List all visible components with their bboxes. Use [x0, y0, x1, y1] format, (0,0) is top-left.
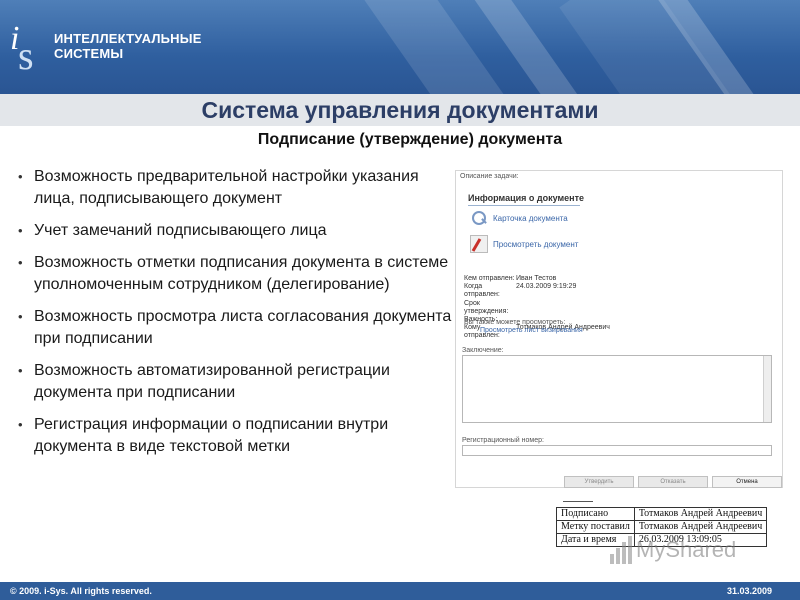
watermark-text: MyShared: [636, 537, 737, 562]
footer-date: 31.03.2009: [726, 586, 772, 596]
heading-underline: [468, 205, 580, 206]
bullet-icon: •: [18, 169, 23, 184]
meta-value: Иван Тестов: [516, 275, 557, 282]
logo-letter-s: s: [18, 33, 34, 78]
company-logo: i s ИНТЕЛЛЕКТУАЛЬНЫЕ СИСТЕМЫ: [8, 22, 202, 76]
list-item: • Возможность автоматизированной регистра…: [18, 360, 458, 404]
logo-text: ИНТЕЛЛЕКТУАЛЬНЫЕ СИСТЕМЫ: [54, 31, 202, 61]
card-link-row[interactable]: Карточка документа: [470, 209, 568, 227]
feature-list: • Возможность предварительной настройки у…: [18, 166, 458, 468]
footer-bar: © 2009. i-Sys. All rights reserved. 31.0…: [0, 582, 800, 600]
cancel-button[interactable]: Отмена: [712, 476, 782, 488]
approval-sheet-link[interactable]: Просмотреть лист визирования: [480, 327, 583, 334]
meta-row: Срок утверждения:: [464, 300, 610, 316]
bullet-icon: •: [18, 223, 23, 238]
header-banner: i s ИНТЕЛЛЕКТУАЛЬНЫЕ СИСТЕМЫ: [0, 0, 800, 94]
also-view-label: Вы также можете просмотреть:: [464, 319, 566, 326]
table-row: Подписано Тотмаков Андрей Андреевич: [556, 507, 768, 521]
magnifier-icon: [470, 209, 488, 227]
bullet-icon: •: [18, 255, 23, 270]
bullet-icon: •: [18, 417, 23, 432]
list-item: • Возможность предварительной настройки у…: [18, 166, 458, 210]
meta-key: Срок утверждения:: [464, 299, 509, 315]
approval-form-screenshot: Описание задачи: Информация о документе …: [455, 170, 783, 488]
conclusion-scrollbar[interactable]: [763, 356, 771, 422]
document-info-heading: Информация о документе: [468, 193, 585, 203]
table-row: Метку поставил Тотмаков Андрей Андреевич: [556, 520, 768, 534]
list-item-text: Возможность автоматизированной регистрац…: [34, 362, 390, 401]
registration-number-label: Регистрационный номер:: [462, 437, 544, 444]
stamp-cell: Тотмаков Андрей Андреевич: [633, 520, 768, 534]
logo-mark-icon: i s: [8, 22, 48, 76]
stamp-cell: Подписано: [556, 507, 635, 521]
chart-bars-icon: [610, 536, 632, 564]
list-item-text: Регистрация информации о подписании внут…: [34, 416, 389, 455]
list-item: • Регистрация информации о подписании вну…: [18, 414, 458, 458]
approve-button[interactable]: Утвердить: [564, 476, 634, 488]
stamp-top-line: [563, 501, 593, 506]
reject-button[interactable]: Отказать: [638, 476, 708, 488]
meta-row: Когда отправлен: 24.03.2009 9:19:29: [464, 283, 610, 299]
bullet-icon: •: [18, 363, 23, 378]
meta-row: Кем отправлен: Иван Тестов: [464, 275, 610, 283]
list-item-text: Возможность просмотра листа согласования…: [34, 308, 452, 347]
view-document-link[interactable]: Просмотреть документ: [493, 240, 578, 249]
page-title: Система управления документами: [201, 97, 599, 123]
list-item: • Учет замечаний подписывающего лица: [18, 220, 458, 242]
form-buttons: Утвердить Отказать Отмена: [564, 476, 782, 488]
list-item-text: Учет замечаний подписывающего лица: [34, 222, 327, 239]
watermark: MyShared: [610, 536, 736, 564]
meta-key: Кем отправлен:: [464, 275, 515, 282]
stamp-cell: Метку поставил: [556, 520, 635, 534]
view-document-icon: [470, 235, 488, 253]
list-item-text: Возможность предварительной настройки ук…: [34, 168, 419, 207]
meta-key: Когда отправлен:: [464, 283, 500, 299]
stamp-cell: Тотмаков Андрей Андреевич: [633, 507, 768, 521]
logo-line-2: СИСТЕМЫ: [54, 46, 124, 61]
logo-line-1: ИНТЕЛЛЕКТУАЛЬНЫЕ: [54, 31, 202, 46]
list-item: • Возможность отметки подписания документ…: [18, 252, 458, 296]
copyright-text: © 2009. i-Sys. All rights reserved.: [10, 586, 152, 596]
bullet-icon: •: [18, 309, 23, 324]
registration-number-input[interactable]: [462, 445, 772, 456]
page-subtitle: Подписание (утверждение) документа: [257, 131, 563, 148]
view-link-row[interactable]: Просмотреть документ: [470, 235, 578, 253]
conclusion-textarea[interactable]: [462, 355, 772, 423]
list-item: • Возможность просмотра листа согласовани…: [18, 306, 458, 350]
conclusion-label: Заключение:: [462, 347, 504, 354]
meta-value: 24.03.2009 9:19:29: [516, 283, 577, 291]
task-description-label: Описание задачи:: [460, 173, 519, 180]
list-item-text: Возможность отметки подписания документа…: [34, 254, 449, 293]
document-card-link[interactable]: Карточка документа: [493, 214, 568, 223]
